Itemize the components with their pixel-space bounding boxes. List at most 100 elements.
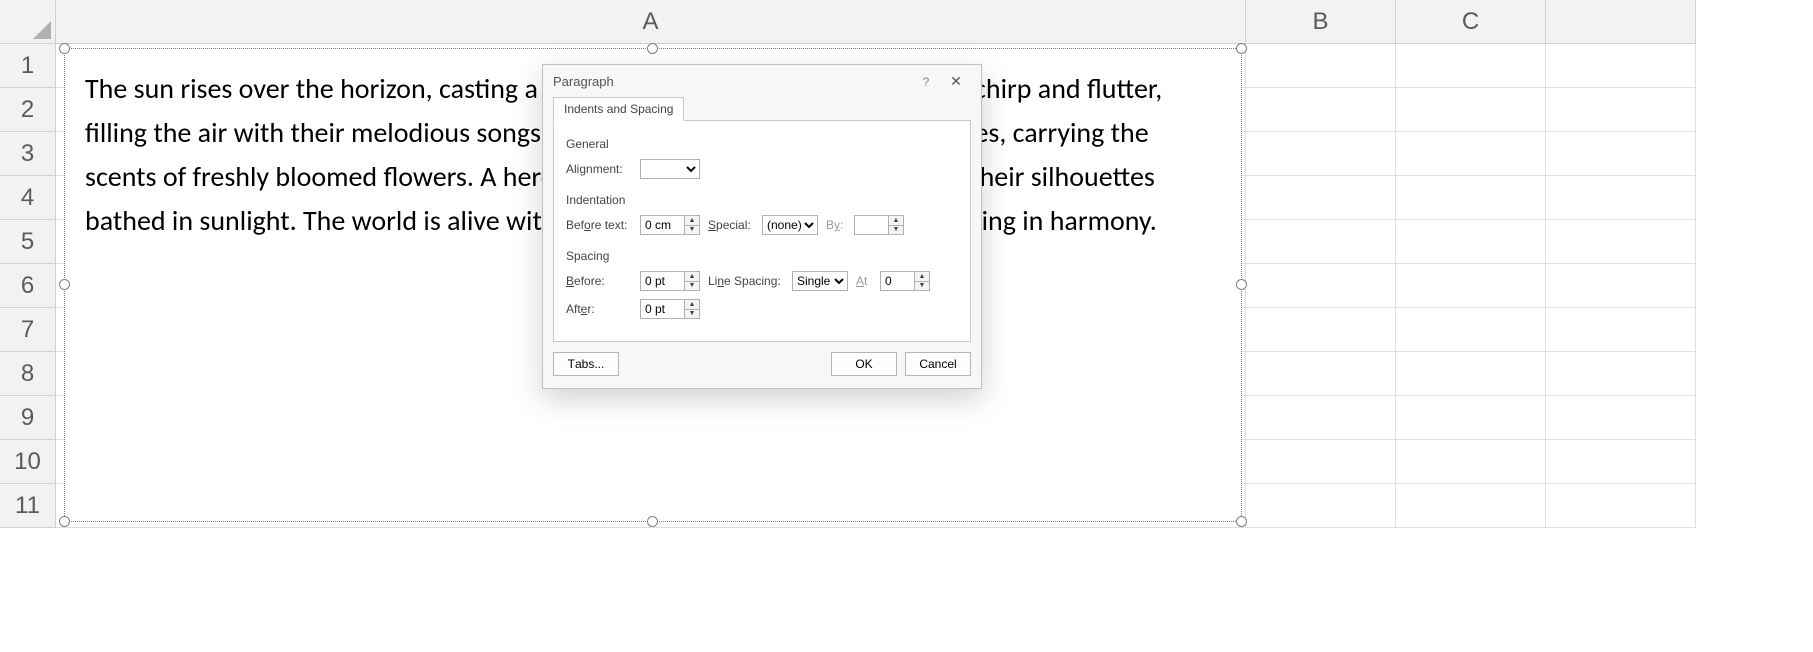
paragraph-dialog: Paragraph ? ✕ IIndents and Spacingndents… [542, 64, 982, 389]
line-spacing-select[interactable]: Single [792, 271, 848, 291]
spin-up-icon[interactable]: ▲ [685, 272, 699, 282]
tabs-button[interactable]: Tabs... [553, 352, 619, 376]
row-header-2[interactable]: 2 [0, 88, 56, 132]
dialog-footer: Tabs... Tabs... OK Cancel [543, 352, 981, 388]
row-header-4[interactable]: 4 [0, 176, 56, 220]
cell-C7[interactable] [1396, 308, 1546, 352]
line-spacing-label: Line Spacing: [708, 274, 784, 288]
row-header-8[interactable]: 8 [0, 352, 56, 396]
spacing-after-spinner[interactable]: ▲▼ [640, 299, 700, 319]
col-header-A[interactable]: A [56, 0, 1246, 44]
spin-down-icon[interactable]: ▼ [685, 282, 699, 291]
spacing-after-input[interactable] [640, 299, 684, 319]
cell-D8[interactable] [1546, 352, 1696, 396]
cell-C10[interactable] [1396, 440, 1546, 484]
before-text-spinner[interactable]: ▲▼ [640, 215, 700, 235]
spacing-before-input[interactable] [640, 271, 684, 291]
col-header-B[interactable]: B [1246, 0, 1396, 44]
cell-C4[interactable] [1396, 176, 1546, 220]
spacing-after-label: After: [566, 302, 632, 316]
cell-D6[interactable] [1546, 264, 1696, 308]
at-spinner[interactable]: ▲▼ [880, 271, 930, 291]
by-spinner[interactable]: ▲▼ [854, 215, 904, 235]
cell-D3[interactable] [1546, 132, 1696, 176]
resize-handle-ml[interactable] [59, 279, 70, 290]
cell-B6[interactable] [1246, 264, 1396, 308]
cell-C11[interactable] [1396, 484, 1546, 528]
cell-B3[interactable] [1246, 132, 1396, 176]
spacing-before-spinner[interactable]: ▲▼ [640, 271, 700, 291]
cell-B5[interactable] [1246, 220, 1396, 264]
resize-handle-tr[interactable] [1236, 43, 1247, 54]
group-indentation: Indentation [566, 193, 958, 207]
cell-C8[interactable] [1396, 352, 1546, 396]
cell-C2[interactable] [1396, 88, 1546, 132]
cancel-button[interactable]: Cancel [905, 352, 971, 376]
cell-D11[interactable] [1546, 484, 1696, 528]
resize-handle-mr[interactable] [1236, 279, 1247, 290]
cell-C5[interactable] [1396, 220, 1546, 264]
alignment-select[interactable] [640, 159, 700, 179]
at-input[interactable] [880, 271, 914, 291]
by-input[interactable] [854, 215, 888, 235]
resize-handle-tl[interactable] [59, 43, 70, 54]
dialog-tabs: IIndents and Spacingndents and Spacing [543, 96, 981, 120]
row-header-1[interactable]: 1 [0, 44, 56, 88]
spin-up-icon[interactable]: ▲ [889, 216, 903, 226]
row-header-11[interactable]: 11 [0, 484, 56, 528]
alignment-label: Alignment: [566, 162, 632, 176]
cell-B4[interactable] [1246, 176, 1396, 220]
cell-B9[interactable] [1246, 396, 1396, 440]
resize-handle-bl[interactable] [59, 516, 70, 527]
spin-down-icon[interactable]: ▼ [685, 310, 699, 319]
dialog-title: Paragraph [553, 74, 911, 89]
row-header-5[interactable]: 5 [0, 220, 56, 264]
spin-down-icon[interactable]: ▼ [915, 282, 929, 291]
row-header-6[interactable]: 6 [0, 264, 56, 308]
row-header-3[interactable]: 3 [0, 132, 56, 176]
cell-D2[interactable] [1546, 88, 1696, 132]
cell-D9[interactable] [1546, 396, 1696, 440]
resize-handle-bm[interactable] [647, 516, 658, 527]
cell-B2[interactable] [1246, 88, 1396, 132]
cell-D5[interactable] [1546, 220, 1696, 264]
by-label: By: [826, 218, 846, 232]
special-select[interactable]: (none) [762, 215, 818, 235]
spin-up-icon[interactable]: ▲ [685, 300, 699, 310]
spin-down-icon[interactable]: ▼ [889, 226, 903, 235]
cell-B10[interactable] [1246, 440, 1396, 484]
help-icon[interactable]: ? [911, 75, 941, 89]
group-spacing: Spacing [566, 249, 958, 263]
dialog-body: General Alignment: Indentation Before te… [553, 120, 971, 342]
before-text-label: Before text: [566, 218, 632, 232]
cell-D4[interactable] [1546, 176, 1696, 220]
row-header-10[interactable]: 10 [0, 440, 56, 484]
resize-handle-br[interactable] [1236, 516, 1247, 527]
cell-C1[interactable] [1396, 44, 1546, 88]
resize-handle-tm[interactable] [647, 43, 658, 54]
close-icon[interactable]: ✕ [941, 73, 971, 90]
spin-up-icon[interactable]: ▲ [685, 216, 699, 226]
tab-indents-spacing[interactable]: IIndents and Spacingndents and Spacing [553, 97, 684, 121]
col-header-C[interactable]: C [1396, 0, 1546, 44]
cell-D1[interactable] [1546, 44, 1696, 88]
select-all-corner[interactable] [0, 0, 56, 44]
dialog-titlebar[interactable]: Paragraph ? ✕ [543, 65, 981, 96]
cell-B7[interactable] [1246, 308, 1396, 352]
row-header-9[interactable]: 9 [0, 396, 56, 440]
cell-C3[interactable] [1396, 132, 1546, 176]
row-header-7[interactable]: 7 [0, 308, 56, 352]
before-text-input[interactable] [640, 215, 684, 235]
cell-D10[interactable] [1546, 440, 1696, 484]
cell-B8[interactable] [1246, 352, 1396, 396]
cell-D7[interactable] [1546, 308, 1696, 352]
cell-C6[interactable] [1396, 264, 1546, 308]
col-header-extra[interactable] [1546, 0, 1696, 44]
spin-up-icon[interactable]: ▲ [915, 272, 929, 282]
spin-down-icon[interactable]: ▼ [685, 226, 699, 235]
group-general: General [566, 137, 958, 151]
cell-B11[interactable] [1246, 484, 1396, 528]
cell-B1[interactable] [1246, 44, 1396, 88]
cell-C9[interactable] [1396, 396, 1546, 440]
ok-button[interactable]: OK [831, 352, 897, 376]
